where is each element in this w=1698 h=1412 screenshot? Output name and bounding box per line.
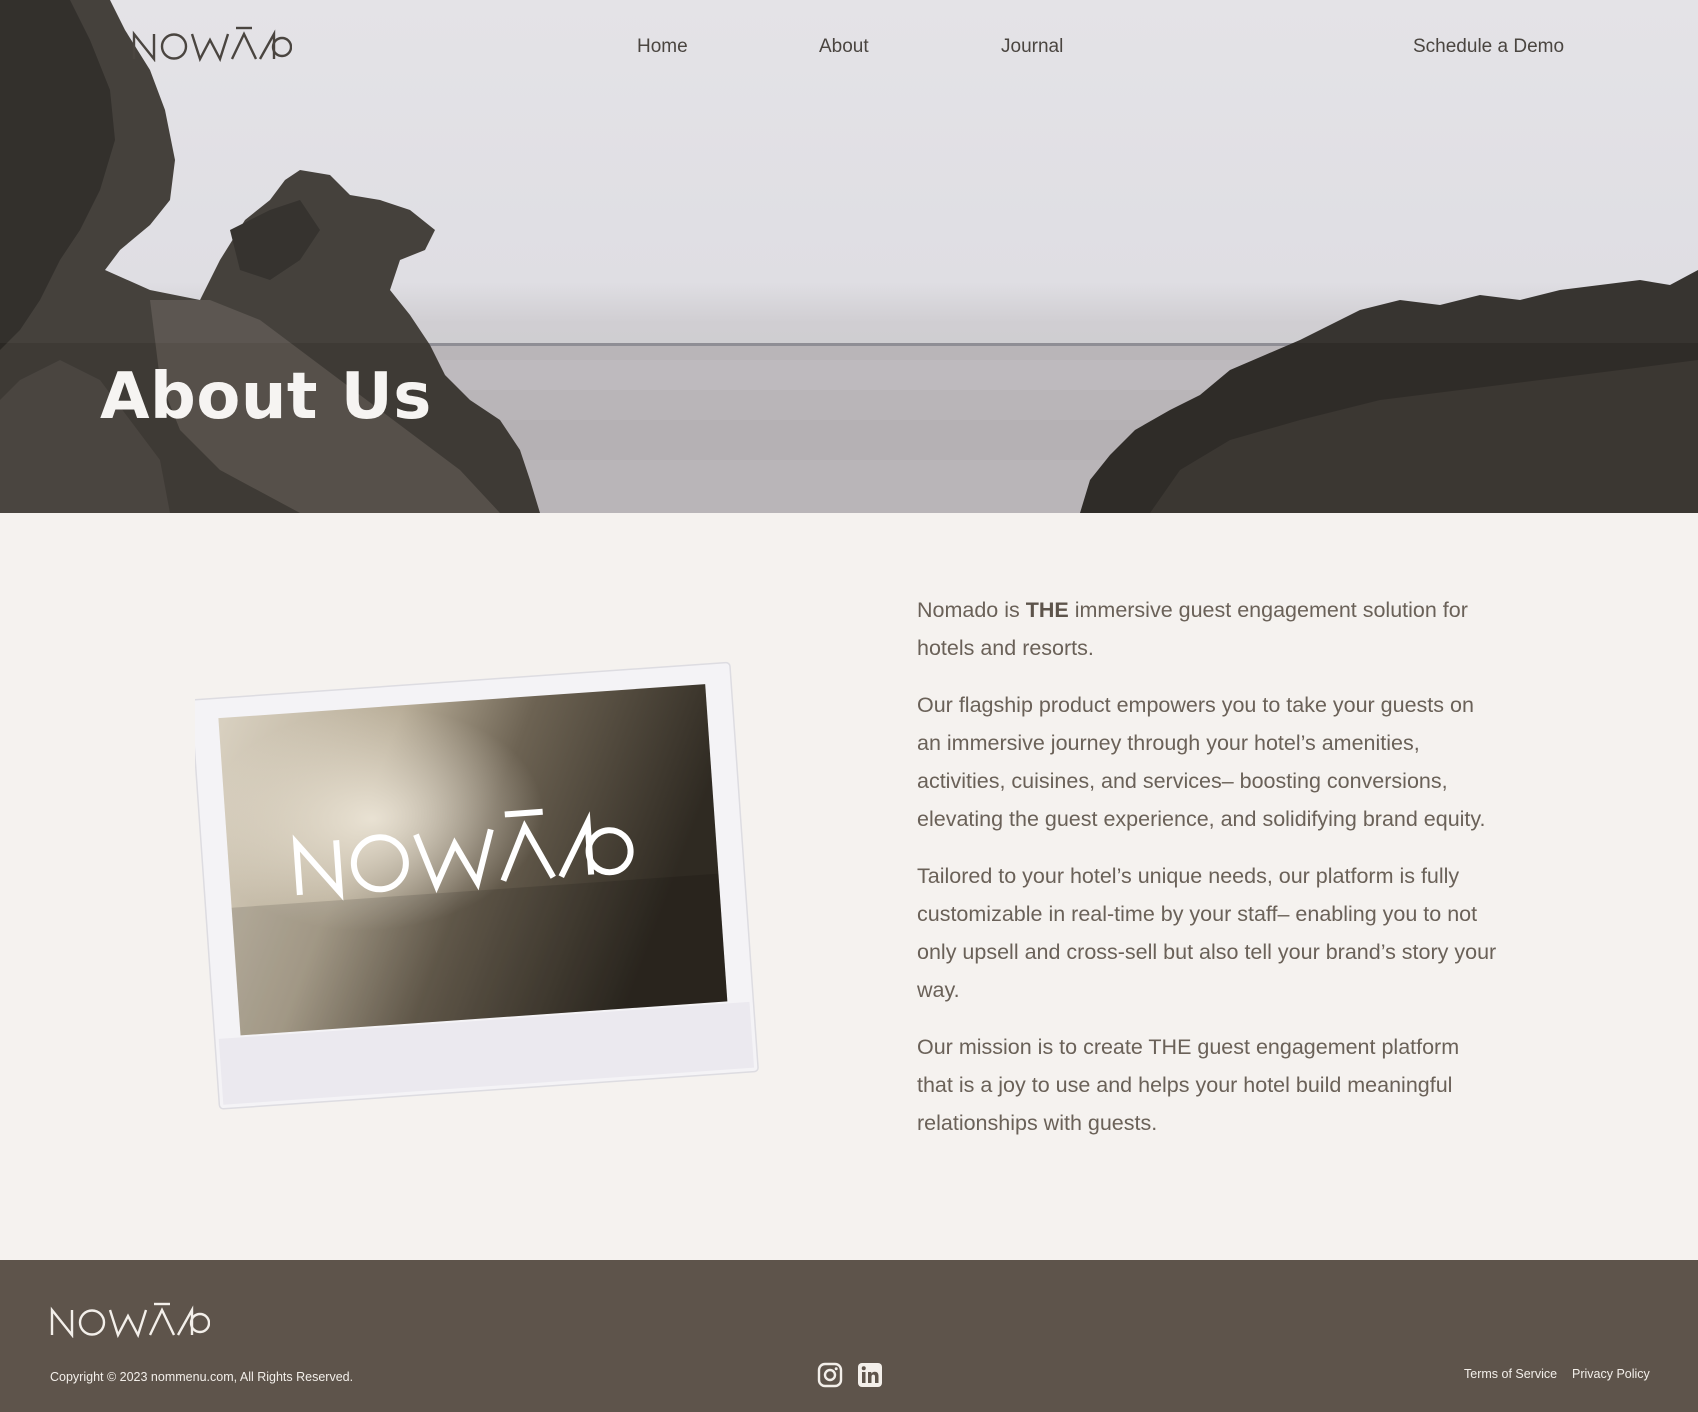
linkedin-icon[interactable] bbox=[857, 1362, 883, 1388]
polaroid-image bbox=[190, 640, 795, 1130]
nav-link-journal[interactable]: Journal bbox=[1001, 36, 1063, 58]
privacy-policy-link[interactable]: Privacy Policy bbox=[1572, 1367, 1650, 1381]
about-paragraph-4: Our mission is to create THE guest engag… bbox=[917, 1035, 1460, 1135]
copyright-text: Copyright © 2023 nommenu.com, All Rights… bbox=[50, 1370, 354, 1384]
instagram-icon[interactable] bbox=[817, 1362, 843, 1388]
terms-of-service-link[interactable]: Terms of Service bbox=[1464, 1367, 1557, 1381]
site-footer: Copyright © 2023 nommenu.com, All Rights… bbox=[0, 1260, 1698, 1412]
about-paragraph-1-intro: Nomado is bbox=[917, 598, 1026, 622]
about-paragraph-3: Tailored to your hotel’s unique needs, o… bbox=[917, 864, 1497, 1002]
about-paragraph-2: Our flagship product empowers you to tak… bbox=[917, 693, 1486, 831]
footer-logo[interactable] bbox=[50, 1302, 211, 1342]
nav-link-home[interactable]: Home bbox=[637, 36, 688, 58]
about-paragraph-1: Nomado is THE immersive guest engagement… bbox=[917, 591, 1497, 667]
nav-link-about[interactable]: About bbox=[819, 36, 869, 58]
schedule-demo-button[interactable]: Schedule a Demo bbox=[1413, 36, 1564, 58]
about-copy: Nomado is THE immersive guest engagement… bbox=[917, 591, 1497, 1161]
page-title: About Us bbox=[100, 360, 432, 434]
hero-background-image bbox=[0, 0, 1698, 513]
hero-banner: Home About Journal Schedule a Demo About… bbox=[0, 0, 1698, 513]
about-paragraph-1-emphasis: THE bbox=[1025, 598, 1069, 622]
main-nav: Home About Journal Schedule a Demo bbox=[0, 36, 1698, 62]
footer-nomado-logo-icon bbox=[50, 1302, 211, 1339]
